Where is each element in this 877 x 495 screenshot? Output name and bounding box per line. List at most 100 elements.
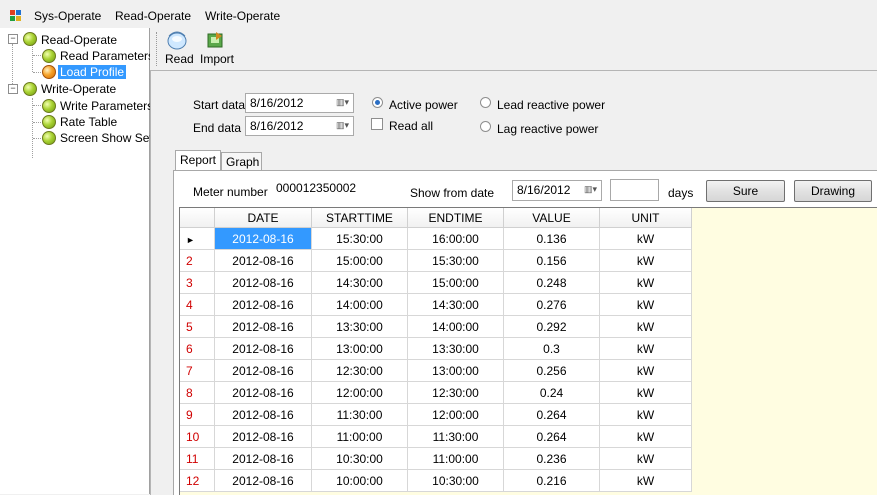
table-cell[interactable]: 14:30:00 xyxy=(407,293,504,316)
table-cell[interactable]: 2012-08-16 xyxy=(214,293,312,316)
table-row[interactable]: 8 2012-08-16 12:00:00 12:30:00 0.24 kW xyxy=(180,381,692,404)
table-cell[interactable]: 0.24 xyxy=(503,381,600,404)
read-button[interactable]: Read xyxy=(162,30,194,68)
lag-reactive-label[interactable]: Lag reactive power xyxy=(497,122,598,136)
table-cell[interactable]: 0.236 xyxy=(503,447,600,470)
table-row[interactable]: ► 2012-08-16 15:30:00 16:00:00 0.136 kW xyxy=(180,227,692,250)
menu-write-operate[interactable]: Write-Operate xyxy=(205,9,280,23)
lead-reactive-radio[interactable] xyxy=(480,97,491,108)
table-row[interactable]: 3 2012-08-16 14:30:00 15:00:00 0.248 kW xyxy=(180,271,692,294)
table-cell[interactable]: 2012-08-16 xyxy=(214,447,312,470)
table-cell[interactable]: 13:30:00 xyxy=(407,337,504,360)
table-cell[interactable]: 2012-08-16 xyxy=(214,271,312,294)
days-input[interactable] xyxy=(610,179,659,201)
table-row[interactable]: 4 2012-08-16 14:00:00 14:30:00 0.276 kW xyxy=(180,293,692,316)
menu-read-operate[interactable]: Read-Operate xyxy=(115,9,191,23)
row-header[interactable]: 11 xyxy=(180,447,215,470)
table-cell[interactable]: 13:00:00 xyxy=(407,359,504,382)
table-cell[interactable]: 2012-08-16 xyxy=(214,425,312,448)
drawing-button[interactable]: Drawing xyxy=(794,180,872,202)
table-row[interactable]: 10 2012-08-16 11:00:00 11:30:00 0.264 kW xyxy=(180,425,692,448)
tree-node-screen-show-set[interactable]: Screen Show Set xyxy=(60,131,153,145)
table-cell[interactable]: kW xyxy=(599,425,692,448)
collapse-toggle-write-operate[interactable]: − xyxy=(8,84,18,94)
tree-node-rate-table[interactable]: Rate Table xyxy=(60,115,117,129)
table-cell[interactable]: kW xyxy=(599,469,692,492)
table-cell[interactable]: 0.248 xyxy=(503,271,600,294)
read-all-label[interactable]: Read all xyxy=(389,119,433,133)
tree-node-write-parameters[interactable]: Write Parameters xyxy=(60,99,153,113)
calendar-dropdown-icon[interactable]: ▥▾ xyxy=(336,97,350,109)
table-cell[interactable]: kW xyxy=(599,447,692,470)
table-cell[interactable]: 0.256 xyxy=(503,359,600,382)
end-date-picker[interactable]: 8/16/2012 ▥▾ xyxy=(245,116,354,136)
table-cell[interactable]: 14:00:00 xyxy=(311,293,408,316)
table-row[interactable]: 5 2012-08-16 13:30:00 14:00:00 0.292 kW xyxy=(180,315,692,338)
table-cell[interactable]: 13:30:00 xyxy=(311,315,408,338)
table-cell[interactable]: 10:30:00 xyxy=(407,469,504,492)
table-cell[interactable]: kW xyxy=(599,249,692,272)
table-cell[interactable]: 0.264 xyxy=(503,425,600,448)
table-row[interactable]: 2 2012-08-16 15:00:00 15:30:00 0.156 kW xyxy=(180,249,692,272)
row-header[interactable]: 10 xyxy=(180,425,215,448)
table-cell[interactable]: 10:00:00 xyxy=(311,469,408,492)
table-cell[interactable]: kW xyxy=(599,271,692,294)
table-row[interactable]: 9 2012-08-16 11:30:00 12:00:00 0.264 kW xyxy=(180,403,692,426)
column-header-starttime[interactable]: STARTTIME xyxy=(311,208,408,228)
row-header[interactable]: 5 xyxy=(180,315,215,338)
table-cell[interactable]: 12:00:00 xyxy=(407,403,504,426)
row-header[interactable]: ► xyxy=(180,227,215,250)
table-cell[interactable]: 0.156 xyxy=(503,249,600,272)
table-row[interactable]: 12 2012-08-16 10:00:00 10:30:00 0.216 kW xyxy=(180,469,692,492)
column-header-unit[interactable]: UNIT xyxy=(599,208,692,228)
column-header-endtime[interactable]: ENDTIME xyxy=(407,208,504,228)
table-cell[interactable]: 0.216 xyxy=(503,469,600,492)
table-cell[interactable]: 13:00:00 xyxy=(311,337,408,360)
tree-node-load-profile[interactable]: Load Profile xyxy=(58,65,127,79)
column-header-value[interactable]: VALUE xyxy=(503,208,600,228)
table-cell[interactable]: 2012-08-16 xyxy=(214,249,312,272)
column-header-date[interactable]: DATE xyxy=(214,208,312,228)
tab-graph[interactable]: Graph xyxy=(221,152,262,171)
row-header[interactable]: 9 xyxy=(180,403,215,426)
table-cell[interactable]: kW xyxy=(599,227,692,250)
lead-reactive-label[interactable]: Lead reactive power xyxy=(497,98,605,112)
calendar-dropdown-icon[interactable]: ▥▾ xyxy=(584,184,598,196)
table-cell[interactable]: 15:00:00 xyxy=(407,271,504,294)
table-cell[interactable]: 2012-08-16 xyxy=(214,381,312,404)
table-row[interactable]: 6 2012-08-16 13:00:00 13:30:00 0.3 kW xyxy=(180,337,692,360)
table-cell[interactable]: 14:30:00 xyxy=(311,271,408,294)
table-cell[interactable]: 11:30:00 xyxy=(311,403,408,426)
active-power-radio[interactable] xyxy=(372,97,383,108)
table-cell[interactable]: kW xyxy=(599,293,692,316)
row-header[interactable]: 3 xyxy=(180,271,215,294)
sure-button[interactable]: Sure xyxy=(706,180,785,202)
table-cell[interactable]: 0.136 xyxy=(503,227,600,250)
table-cell[interactable]: 12:00:00 xyxy=(311,381,408,404)
menu-sys-operate[interactable]: Sys-Operate xyxy=(34,9,101,23)
table-cell[interactable]: kW xyxy=(599,315,692,338)
table-cell[interactable]: 15:30:00 xyxy=(407,249,504,272)
table-cell[interactable]: 16:00:00 xyxy=(407,227,504,250)
tab-report[interactable]: Report xyxy=(175,150,221,171)
table-cell[interactable]: 2012-08-16 xyxy=(214,469,312,492)
table-cell[interactable]: 14:00:00 xyxy=(407,315,504,338)
tree-node-read-operate[interactable]: Read-Operate xyxy=(41,33,117,47)
table-cell[interactable]: 0.292 xyxy=(503,315,600,338)
table-cell[interactable]: 2012-08-16 xyxy=(214,359,312,382)
table-cell[interactable]: 12:30:00 xyxy=(407,381,504,404)
table-cell[interactable]: kW xyxy=(599,381,692,404)
table-cell[interactable]: kW xyxy=(599,359,692,382)
table-cell[interactable]: 0.264 xyxy=(503,403,600,426)
tree-node-read-parameters[interactable]: Read Parameters xyxy=(60,49,154,63)
row-header[interactable]: 8 xyxy=(180,381,215,404)
lag-reactive-radio[interactable] xyxy=(480,121,491,132)
start-date-picker[interactable]: 8/16/2012 ▥▾ xyxy=(245,93,354,113)
table-cell[interactable]: 15:00:00 xyxy=(311,249,408,272)
table-cell[interactable]: 0.3 xyxy=(503,337,600,360)
row-header[interactable]: 7 xyxy=(180,359,215,382)
table-row[interactable]: 11 2012-08-16 10:30:00 11:00:00 0.236 kW xyxy=(180,447,692,470)
table-row[interactable]: 7 2012-08-16 12:30:00 13:00:00 0.256 kW xyxy=(180,359,692,382)
table-cell[interactable]: 11:30:00 xyxy=(407,425,504,448)
table-cell[interactable]: 2012-08-16 xyxy=(214,337,312,360)
